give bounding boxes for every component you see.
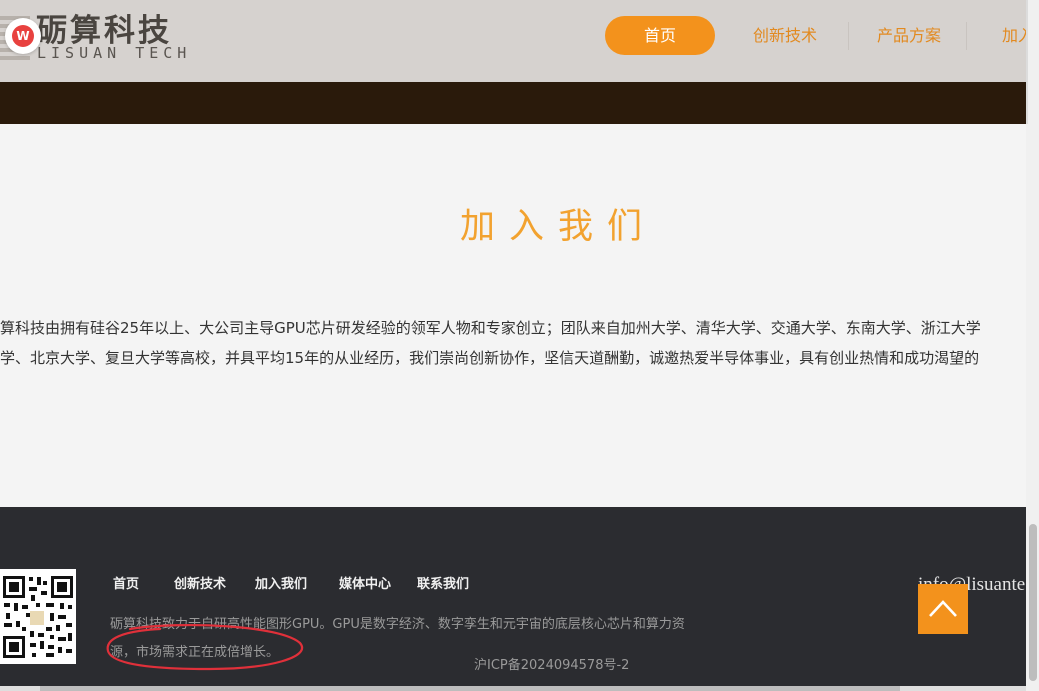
app-badge-icon[interactable]: W (5, 18, 41, 54)
qr-code-icon (0, 569, 76, 664)
horizontal-scroll-thumb[interactable] (40, 686, 900, 691)
section-title: 加入我们 (459, 207, 656, 247)
icp-record[interactable]: 沪ICP备2024094578号-2 (474, 654, 629, 673)
app-badge-letter: W (12, 25, 34, 47)
nav-divider (966, 22, 967, 50)
nav-join[interactable]: 加入 (1002, 16, 1026, 55)
join-us-section: 加入我们 算科技由拥有硅谷25年以上、大公司主导GPU芯片研发经验的领军人物和专… (0, 124, 1026, 507)
nav-products[interactable]: 产品方案 (877, 16, 941, 55)
footer-description-line-1: 砺算科技致力于自研高性能图形GPU。GPU是数字经济、数字孪生和元宇宙的底层核心… (110, 617, 685, 632)
nav-home[interactable]: 首页 (605, 16, 715, 55)
site-header: 砺算科技 LISUAN TECH W 首页 创新技术 产品方案 加入 (0, 0, 1026, 82)
footer-nav-join[interactable]: 加入我们 (255, 573, 307, 592)
nav-divider (848, 22, 849, 50)
intro-line-1: 算科技由拥有硅谷25年以上、大公司主导GPU芯片研发经验的领军人物和专家创立；团… (0, 319, 981, 337)
footer-nav-media[interactable]: 媒体中心 (339, 573, 391, 592)
footer-nav-contact[interactable]: 联系我们 (417, 573, 469, 592)
back-to-top-button[interactable] (918, 584, 968, 634)
banner-strip (0, 82, 1026, 124)
footer-nav-innovation[interactable]: 创新技术 (174, 573, 226, 592)
intro-line-2: 学、北京大学、复旦大学等高校，并具平均15年的从业经历，我们崇尚创新协作，坚信天… (0, 349, 980, 367)
footer-description: 砺算科技致力于自研高性能图形GPU。GPU是数字经济、数字孪生和元宇宙的底层核心… (110, 611, 735, 667)
scrollbar-track-edge (1026, 0, 1028, 124)
footer-nav-home[interactable]: 首页 (113, 573, 139, 592)
site-footer: 首页 创新技术 加入我们 媒体中心 联系我们 砺算科技致力于自研高性能图形GPU… (0, 507, 1026, 691)
nav-innovation[interactable]: 创新技术 (753, 16, 817, 55)
vertical-scroll-thumb[interactable] (1029, 524, 1037, 681)
footer-description-line-2: 源，市场需求正在成倍增长。 (110, 645, 280, 660)
chevron-up-icon (929, 600, 957, 617)
logo-subtext: LISUAN TECH (37, 44, 192, 62)
horizontal-scrollbar[interactable] (0, 686, 1026, 691)
